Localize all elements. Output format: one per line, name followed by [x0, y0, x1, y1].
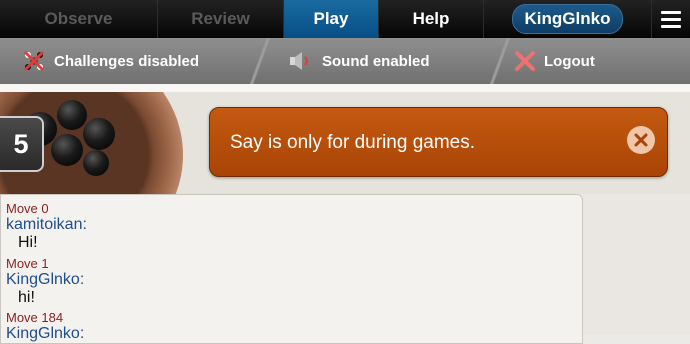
- chat-entry: Move 1 KingGlnko: hi!: [6, 256, 84, 307]
- logout-x-icon: [514, 50, 536, 72]
- tab-review[interactable]: Review: [158, 0, 284, 38]
- move-label[interactable]: Move 1: [6, 256, 84, 271]
- move-label[interactable]: Move 0: [6, 201, 87, 216]
- chat-author[interactable]: kamitoikan:: [6, 216, 87, 234]
- notification-toast: Say is only for during games.: [209, 107, 668, 177]
- challenge-disabled-icon: [22, 49, 46, 73]
- stone: [57, 100, 87, 130]
- tab-observe[interactable]: Observe: [0, 0, 158, 38]
- chat-entry: Move 0 kamitoikan: Hi!: [6, 201, 87, 252]
- challenges-toggle[interactable]: Challenges disabled: [22, 38, 199, 84]
- chat-entry: Move 184 KingGlnko:: [6, 310, 84, 343]
- chat-text: Hi!: [18, 234, 38, 251]
- speaker-icon: [288, 51, 314, 71]
- chat-log[interactable]: Move 0 kamitoikan: Hi! Move 1 KingGlnko:…: [0, 194, 583, 344]
- chat-author[interactable]: KingGlnko:: [6, 271, 84, 289]
- stone: [83, 118, 115, 150]
- chat-author[interactable]: KingGlnko:: [6, 325, 84, 343]
- side-panel: [583, 194, 690, 335]
- menu-button[interactable]: [652, 0, 690, 38]
- tab-play[interactable]: Play: [284, 0, 379, 38]
- chat-text: hi!: [18, 289, 35, 306]
- tab-help[interactable]: Help: [379, 0, 484, 38]
- user-menu[interactable]: KingGlnko: [484, 0, 652, 38]
- top-nav: Observe Review Play Help KingGlnko: [0, 0, 690, 38]
- logout-label: Logout: [544, 52, 595, 70]
- username-badge[interactable]: KingGlnko: [511, 4, 624, 34]
- move-label[interactable]: Move 184: [6, 310, 84, 325]
- challenges-label: Challenges disabled: [54, 52, 200, 70]
- toast-message: Say is only for during games.: [230, 132, 476, 153]
- logout-button[interactable]: Logout: [514, 38, 595, 84]
- move-counter: 5: [0, 116, 44, 172]
- hamburger-icon: [661, 7, 681, 32]
- sound-label: Sound enabled: [322, 52, 430, 70]
- sound-toggle[interactable]: Sound enabled: [288, 38, 430, 84]
- close-icon[interactable]: [627, 126, 655, 154]
- options-bar: Challenges disabled Sound enabled Logout: [0, 38, 690, 84]
- stone: [83, 150, 109, 176]
- stone: [51, 134, 83, 166]
